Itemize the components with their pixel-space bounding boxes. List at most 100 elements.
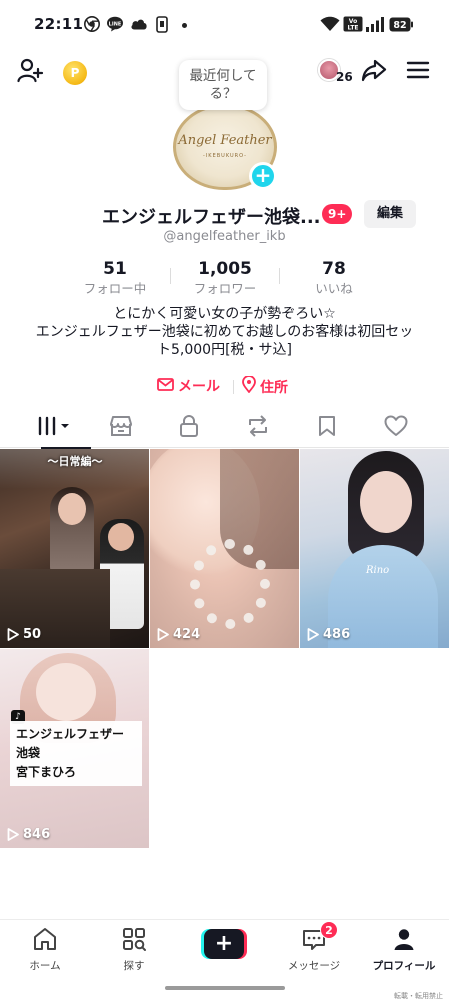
play-icon <box>157 628 169 641</box>
cloud-icon <box>130 15 148 33</box>
view-count: 50 <box>7 627 41 642</box>
stat-likes[interactable]: 78 いいね <box>279 258 389 298</box>
bio-line: とにかく可愛い女の子が勢ぞろい☆ <box>113 306 336 322</box>
home-indicator[interactable] <box>165 986 285 990</box>
shop-icon <box>109 415 133 441</box>
line-icon: LINE <box>106 15 124 33</box>
share-button[interactable] <box>360 58 388 86</box>
tab-liked[interactable] <box>361 408 431 448</box>
chrome-icon <box>84 15 100 33</box>
nav-home-label: ホーム <box>29 960 61 972</box>
mail-link[interactable]: メール <box>157 376 220 396</box>
profile-tabs <box>0 408 449 449</box>
nav-discover[interactable]: 探す <box>94 926 174 974</box>
play-icon <box>7 628 19 641</box>
address-link[interactable]: 住所 <box>242 375 288 397</box>
link-separator <box>233 380 234 394</box>
avatar-logo-subtext: -IKEBUKURO- <box>203 153 247 159</box>
battery-icon: 82 <box>389 15 413 33</box>
profile-name: エンジェルフェザー池袋... <box>102 207 321 228</box>
person-add-icon <box>16 56 44 88</box>
play-icon <box>7 828 19 841</box>
coin-glyph: P <box>70 66 80 80</box>
view-count-value: 50 <box>23 627 42 642</box>
profile-name-row: エンジェルフェザー池袋... 9+ 編集 <box>0 200 449 228</box>
edit-profile-button[interactable]: 編集 <box>364 200 416 228</box>
video-caption-line: 宮下まひろ <box>16 765 77 779</box>
discover-grid-icon <box>121 926 147 956</box>
stat-followers[interactable]: 1,005 フォロワー <box>170 258 280 298</box>
nav-home[interactable]: ホーム <box>5 926 85 974</box>
video-tile[interactable]: 424 <box>150 449 299 648</box>
friends-count: 26 <box>336 70 353 84</box>
stat-following-label: フォロー中 <box>83 281 147 296</box>
nav-profile-label: プロフィール <box>372 960 436 972</box>
svg-text:82: 82 <box>393 20 406 31</box>
view-count-value: 846 <box>23 827 51 842</box>
create-button[interactable]: + <box>201 929 247 959</box>
svg-text:LINE: LINE <box>109 21 122 27</box>
status-dot <box>182 23 187 28</box>
profile-person-icon <box>391 926 417 956</box>
svg-text:LTE: LTE <box>347 25 358 32</box>
watermark: 転載・転用禁止 <box>394 992 443 1000</box>
nav-inbox-label: メッセージ <box>287 960 341 972</box>
location-pin-icon <box>242 375 256 397</box>
video-caption-line: エンジェルフェザー <box>16 727 125 741</box>
tab-reposts[interactable] <box>223 408 293 448</box>
profile-handle: @angelfeather_ikb <box>163 229 286 244</box>
tab-favorites[interactable] <box>292 408 362 448</box>
view-count-value: 424 <box>173 627 201 642</box>
profile-stats: 51 フォロー中 1,005 フォロワー 78 いいね <box>0 258 449 298</box>
tab-videos[interactable] <box>18 408 91 449</box>
home-icon <box>32 926 58 956</box>
profile-links: メール 住所 <box>0 375 449 398</box>
signal-icon <box>366 15 384 33</box>
notification-badge[interactable]: 9+ <box>322 204 353 224</box>
stat-following[interactable]: 51 フォロー中 <box>60 258 170 298</box>
status-bar: 22:11 LINE Vo LTE 82 <box>0 0 449 52</box>
stat-followers-value: 1,005 <box>198 259 252 279</box>
note-bubble[interactable]: 最近何してる？ <box>179 60 267 110</box>
bottom-nav: ホーム 探す + メッセージ プロフィール <box>0 919 449 979</box>
tab-shop[interactable] <box>86 408 156 448</box>
volte-icon: Vo LTE <box>343 15 363 33</box>
video-tile[interactable]: 〜日常編〜 50 <box>0 449 149 648</box>
hamburger-menu-icon <box>405 59 431 85</box>
nav-profile[interactable]: プロフィール <box>364 926 444 974</box>
video-caption-card: エンジェルフェザー 池袋 宮下まひろ <box>10 721 142 786</box>
heart-icon <box>384 415 408 441</box>
lock-icon <box>179 415 199 441</box>
view-count-value: 486 <box>323 627 351 642</box>
stat-following-value: 51 <box>103 259 127 279</box>
view-count: 486 <box>307 627 350 642</box>
coin-icon[interactable]: P <box>63 61 87 85</box>
stat-likes-label: いいね <box>315 281 353 296</box>
profile-bio: とにかく可愛い女の子が勢ぞろい☆ エンジェルフェザー池袋に初めてお越しのお客様は初… <box>30 305 419 359</box>
video-overlay-text: 〜日常編〜 <box>47 455 103 468</box>
stat-likes-value: 78 <box>322 259 346 279</box>
add-friend-button[interactable] <box>16 58 44 86</box>
avatar-logo-text: Angel Feather <box>178 133 272 148</box>
repost-icon <box>246 415 270 441</box>
mail-link-label: メール <box>178 379 220 395</box>
tab-private[interactable] <box>154 408 224 448</box>
play-icon <box>307 628 319 641</box>
video-tile[interactable]: ♪ エンジェルフェザー 池袋 宮下まひろ 846 <box>0 649 149 848</box>
add-story-plus-icon[interactable]: + <box>249 162 277 190</box>
menu-button[interactable] <box>404 58 432 86</box>
nav-inbox[interactable]: メッセージ <box>274 926 354 974</box>
bio-line: エンジェルフェザー池袋に初めてお越しのお客様は初回セット5,000円[税・サ込] <box>35 324 414 358</box>
bookmark-icon <box>318 415 336 441</box>
video-tile[interactable]: Rino 486 <box>300 449 449 648</box>
phone-sync-icon <box>156 15 168 33</box>
wifi-icon <box>320 15 340 33</box>
stat-followers-label: フォロワー <box>193 281 257 296</box>
nav-discover-label: 探す <box>123 960 145 972</box>
view-count: 424 <box>157 627 200 642</box>
status-time: 22:11 <box>34 15 84 33</box>
inbox-badge: 2 <box>320 921 338 939</box>
note-text: 最近何してる？ <box>189 68 257 102</box>
video-caption-line: 池袋 <box>16 746 41 760</box>
share-arrow-icon <box>360 56 388 88</box>
